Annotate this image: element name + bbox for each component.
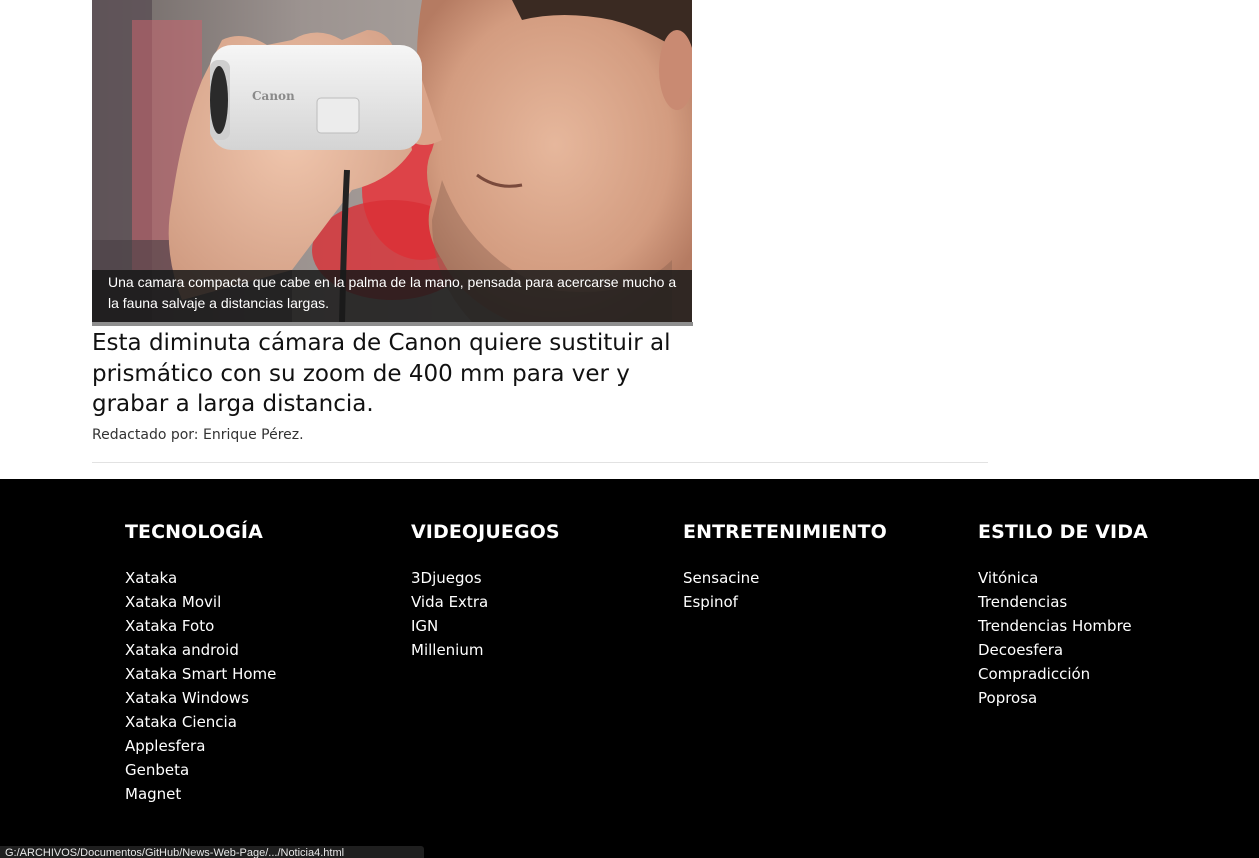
footer: TECNOLOGÍA Xataka Xataka Movil Xataka Fo…: [0, 479, 1259, 858]
footer-link[interactable]: Applesfera: [125, 734, 276, 758]
footer-link[interactable]: Xataka Movil: [125, 590, 276, 614]
article-section: Canon Una camara compacta que cabe en la…: [0, 0, 1259, 479]
footer-column-tecnologia: TECNOLOGÍA Xataka Xataka Movil Xataka Fo…: [125, 519, 276, 806]
footer-link[interactable]: 3Djuegos: [411, 566, 560, 590]
footer-column-videojuegos: VIDEOJUEGOS 3Djuegos Vida Extra IGN Mill…: [411, 519, 560, 662]
footer-heading: VIDEOJUEGOS: [411, 521, 560, 543]
browser-status-bar: G:/ARCHIVOS/Documentos/GitHub/News-Web-P…: [0, 846, 424, 858]
footer-heading: ENTRETENIMIENTO: [683, 521, 887, 543]
footer-link[interactable]: Trendencias: [978, 590, 1148, 614]
footer-link[interactable]: Vida Extra: [411, 590, 560, 614]
footer-link[interactable]: Xataka android: [125, 638, 276, 662]
footer-link[interactable]: Xataka Foto: [125, 614, 276, 638]
article-headline[interactable]: Esta diminuta cámara de Canon quiere sus…: [92, 328, 712, 420]
footer-link[interactable]: Xataka: [125, 566, 276, 590]
footer-link[interactable]: Xataka Windows: [125, 686, 276, 710]
footer-link-list: Xataka Xataka Movil Xataka Foto Xataka a…: [125, 566, 276, 806]
page: Canon Una camara compacta que cabe en la…: [0, 0, 1259, 858]
image-bottom-border: [92, 322, 693, 326]
footer-heading: TECNOLOGÍA: [125, 521, 263, 543]
footer-link[interactable]: Decoesfera: [978, 638, 1148, 662]
footer-link[interactable]: Trendencias Hombre: [978, 614, 1148, 638]
footer-link[interactable]: Compradicción: [978, 662, 1148, 686]
footer-column-entretenimiento: ENTRETENIMIENTO Sensacine Espinof: [683, 519, 887, 614]
footer-link[interactable]: Sensacine: [683, 566, 887, 590]
footer-link[interactable]: Espinof: [683, 590, 887, 614]
camera-brand-label: Canon: [252, 89, 295, 103]
footer-heading: ESTILO DE VIDA: [978, 521, 1148, 543]
divider: [92, 462, 988, 463]
article-image[interactable]: Canon Una camara compacta que cabe en la…: [92, 0, 692, 322]
footer-link[interactable]: IGN: [411, 614, 560, 638]
footer-link[interactable]: Magnet: [125, 782, 276, 806]
footer-link[interactable]: Xataka Smart Home: [125, 662, 276, 686]
footer-link[interactable]: Xataka Ciencia: [125, 710, 276, 734]
footer-link-list: 3Djuegos Vida Extra IGN Millenium: [411, 566, 560, 662]
footer-link[interactable]: Genbeta: [125, 758, 276, 782]
article-byline: Redactado por: Enrique Pérez.: [92, 427, 304, 443]
footer-link-list: Sensacine Espinof: [683, 566, 887, 614]
footer-link[interactable]: Millenium: [411, 638, 560, 662]
footer-link-list: Vitónica Trendencias Trendencias Hombre …: [978, 566, 1148, 710]
footer-link[interactable]: Vitónica: [978, 566, 1148, 590]
footer-column-estilo-de-vida: ESTILO DE VIDA Vitónica Trendencias Tren…: [978, 519, 1148, 710]
footer-link[interactable]: Poprosa: [978, 686, 1148, 710]
image-caption: Una camara compacta que cabe en la palma…: [92, 270, 692, 322]
